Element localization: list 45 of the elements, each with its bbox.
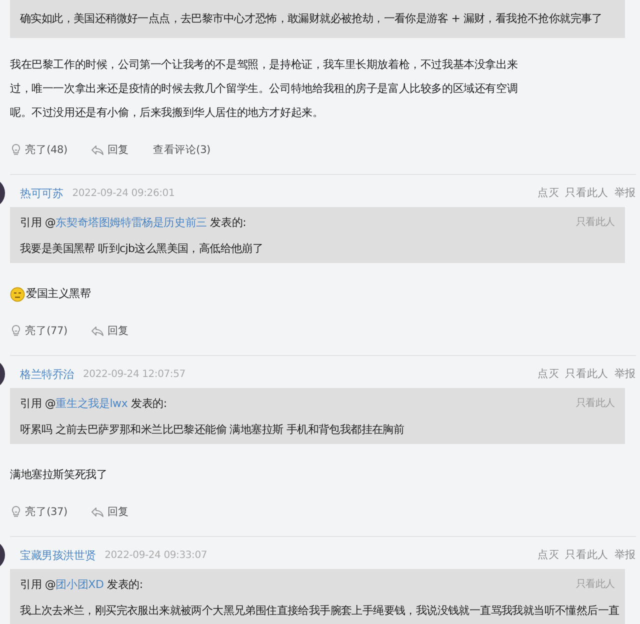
- post-action-link[interactable]: 举报: [614, 548, 636, 562]
- quote-attribution: 引用 @团小团XD 发表的:: [20, 576, 143, 592]
- reply-button[interactable]: 回复: [91, 324, 129, 338]
- quoted-user-link[interactable]: 团小团XD: [56, 578, 104, 590]
- emoji-icon: [10, 286, 25, 302]
- only-this-user-link[interactable]: 只看此人: [576, 577, 615, 591]
- lightbulb-icon: [10, 505, 22, 518]
- quote-text: 确实如此，美国还稍微好一点点，去巴黎市中心才恐怖，敢漏财就必被抢劫，一看你是游客 + 漏财，看我抢不抢你就完事了: [20, 11, 604, 27]
- author-link[interactable]: 格兰特乔治: [20, 366, 74, 382]
- lightbulb-icon: [10, 324, 22, 337]
- only-this-user-link[interactable]: 只看此人: [576, 215, 615, 229]
- view-comments-link[interactable]: 查看评论(3): [152, 142, 210, 156]
- comment-text: 满地塞拉斯笑死我了: [10, 467, 108, 483]
- post-action-link[interactable]: 点灭: [538, 186, 560, 200]
- comment-text: 我在巴黎工作的时候，公司第一个让我考的不是驾照，是持枪证，我车里长期放着枪，不过我基本没拿出来过，唯一一次拿出来还是疫情的时候去救几个留学生。公司特地给我租的房子是富人比较多的区域还有空调呢。不过没用还是有小偷，后来我搬到华人居住的地方才好起来。: [10, 58, 518, 119]
- post-action-link[interactable]: 只看此人: [565, 548, 608, 562]
- post-time: 2022-09-24 09:33:07: [104, 550, 208, 560]
- post-action-link[interactable]: 只看此人: [565, 367, 608, 381]
- post-time: 2022-09-24 12:07:57: [83, 368, 186, 380]
- post-action-link[interactable]: 举报: [614, 367, 636, 381]
- reply-arrow-icon: [91, 324, 104, 336]
- quote-attribution: 引用 @重生之我是lwx 发表的:: [20, 396, 167, 410]
- reply-arrow-icon: [91, 144, 104, 156]
- reply-button[interactable]: 回复: [91, 504, 129, 518]
- post-action-link[interactable]: 举报: [614, 186, 636, 200]
- like-button[interactable]: 亮了(48): [10, 142, 68, 156]
- like-button[interactable]: 亮了(77): [10, 324, 68, 338]
- comment-text: 爱国主义黑帮: [26, 286, 91, 302]
- quote-text: 我要是美国黑帮 听到cjb这么黑美国，高低给他崩了: [20, 241, 264, 257]
- post-action-link[interactable]: 只看此人: [565, 186, 608, 200]
- author-link[interactable]: 宝藏男孩洪世贤: [20, 548, 96, 562]
- reply-button[interactable]: 回复: [91, 142, 129, 156]
- quote-attribution: 引用 @东契奇塔图姆特雷杨是历史前三 发表的:: [20, 214, 246, 230]
- post-action-link[interactable]: 点灭: [538, 367, 560, 381]
- post-action-link[interactable]: 点灭: [538, 548, 560, 562]
- lightbulb-icon: [10, 143, 22, 156]
- quoted-user-link[interactable]: 东契奇塔图姆特雷杨是历史前三: [56, 216, 207, 228]
- post-time: 2022-09-24 09:26:01: [72, 188, 175, 198]
- like-button[interactable]: 亮了(37): [10, 504, 68, 518]
- quote-text: 呀累吗 之前去巴萨罗那和米兰比巴黎还能偷 满地塞拉斯 手机和背包我都挂在胸前: [20, 422, 406, 438]
- quoted-user-link[interactable]: 重生之我是lwx: [56, 396, 128, 410]
- reply-arrow-icon: [91, 506, 104, 518]
- quote-text: 我上次去米兰，刚买完衣服出来就被两个大黑兄弟围住直接给我手腕套上手绳要钱，我说没钱就一直骂我我就当听不懂然后一直: [20, 603, 620, 619]
- only-this-user-link[interactable]: 只看此人: [576, 396, 615, 410]
- author-link[interactable]: 热可可苏: [20, 186, 64, 200]
